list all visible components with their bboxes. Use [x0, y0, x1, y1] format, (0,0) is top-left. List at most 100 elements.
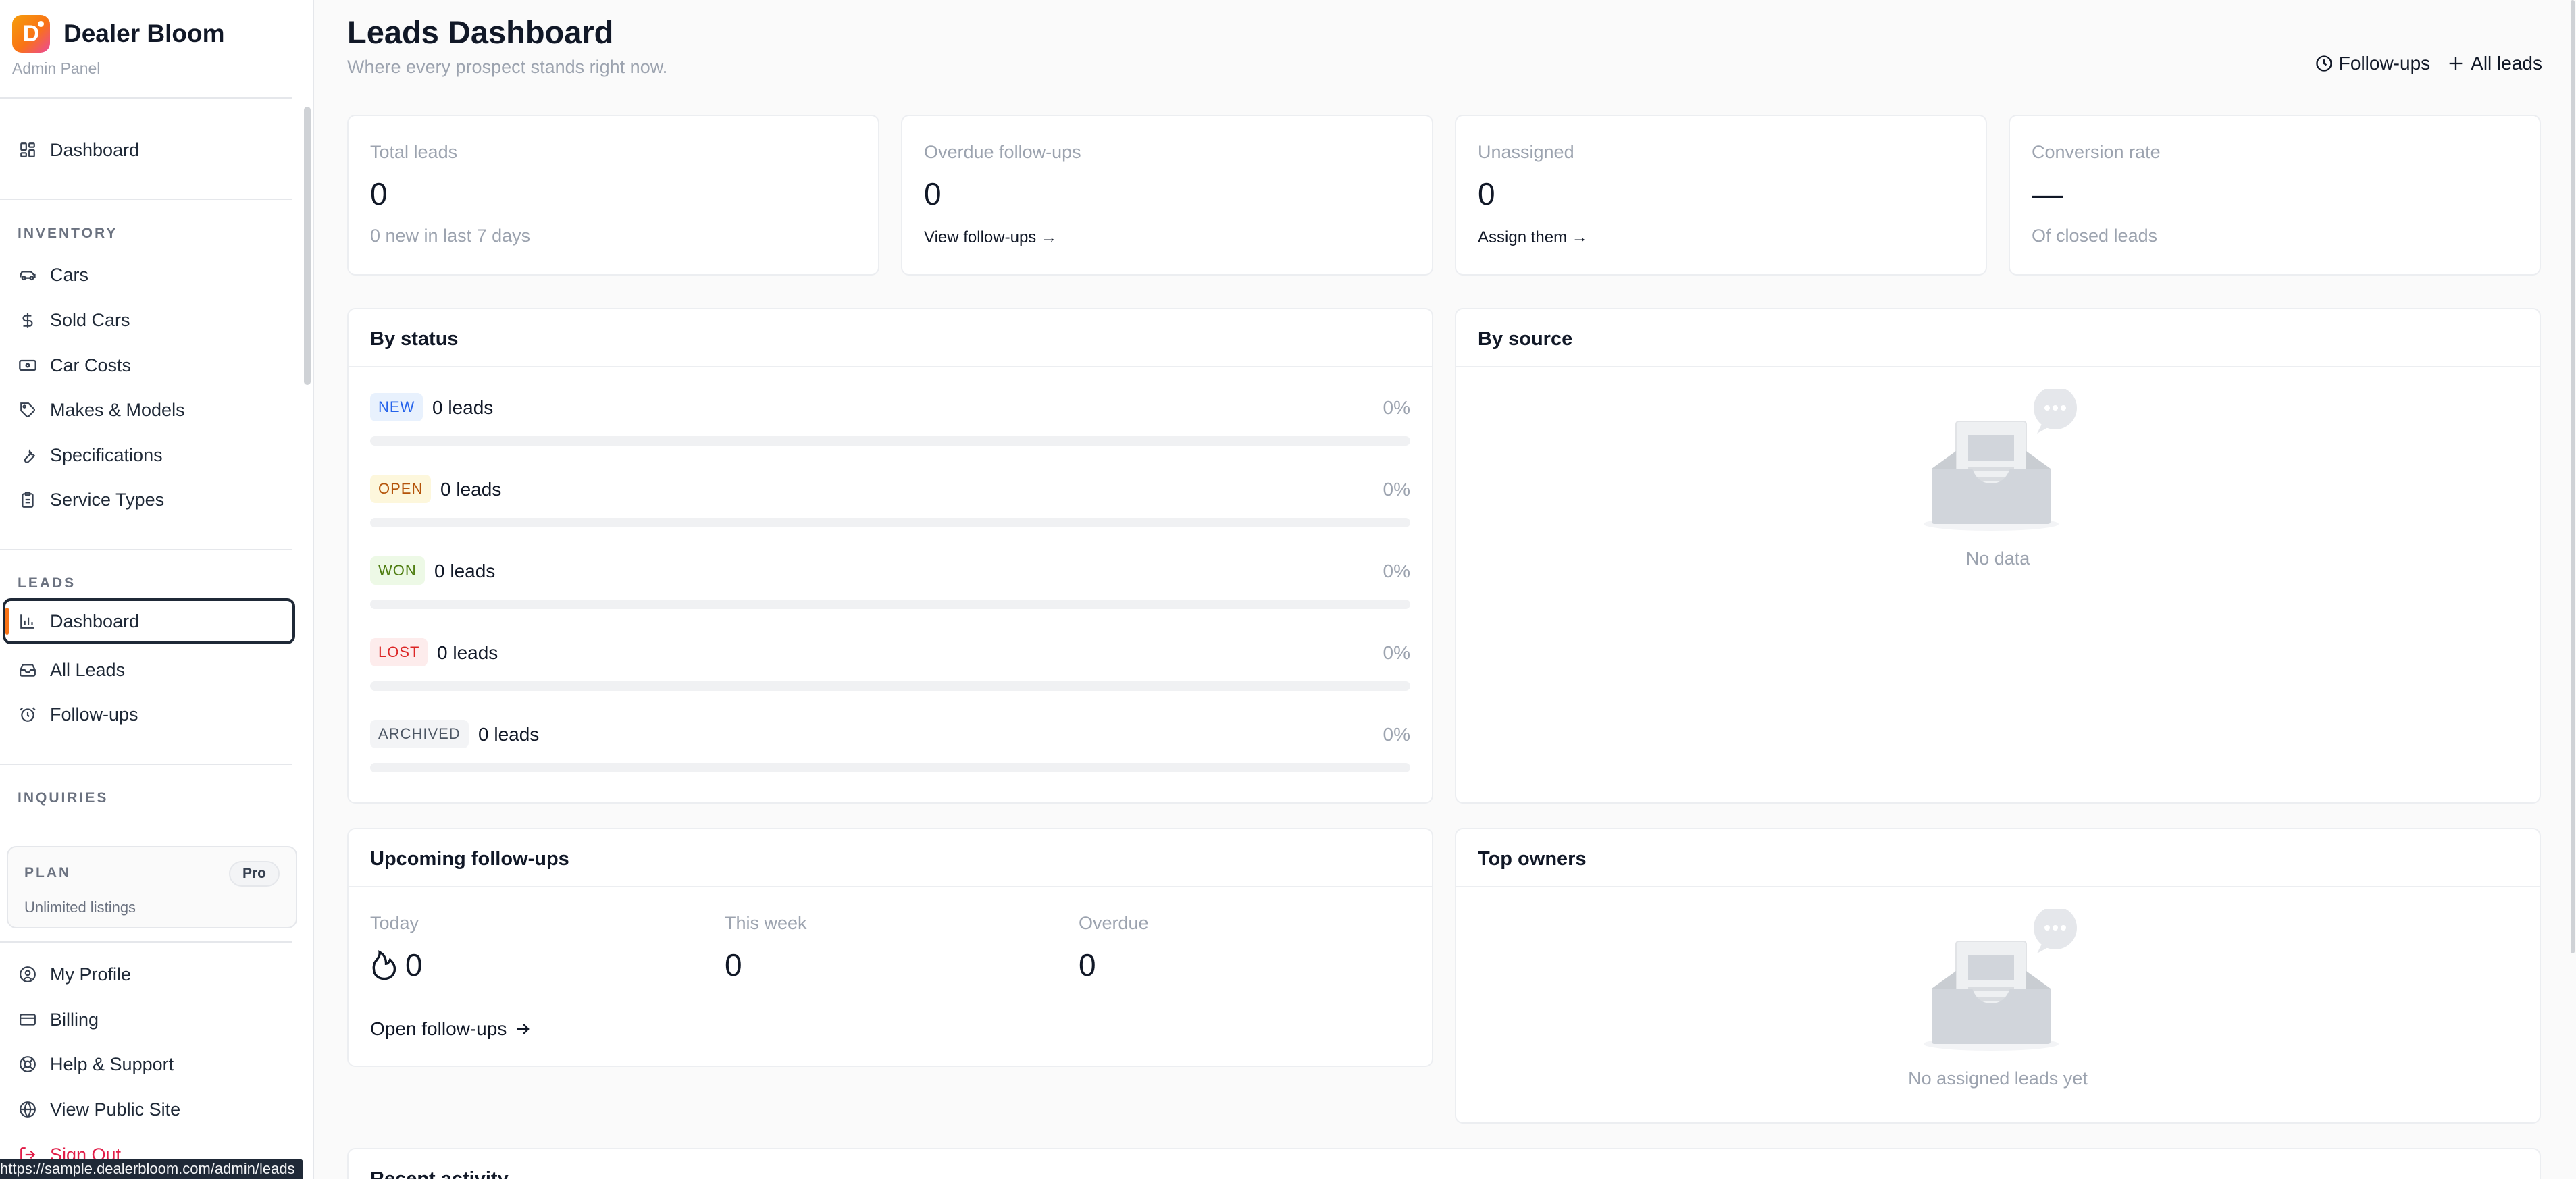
assign-them-link[interactable]: Assign them →	[1478, 228, 1588, 247]
stat-label: This week	[725, 913, 807, 933]
card-title: Recent activity	[370, 1168, 509, 1179]
sidebar-item-cars[interactable]: Cars	[3, 252, 295, 298]
divider	[0, 764, 292, 765]
sidebar-item-all-leads[interactable]: All Leads	[3, 647, 295, 693]
section-label-inventory: INVENTORY	[18, 226, 118, 241]
sidebar-item-dashboard[interactable]: Dashboard	[3, 127, 295, 173]
sidebar-item-help-support[interactable]: Help & Support	[3, 1041, 295, 1087]
status-badge: NEW	[370, 393, 423, 421]
sidebar-item-label: Makes & Models	[50, 399, 185, 420]
cash-icon	[18, 355, 38, 375]
status-progress-bar	[370, 681, 1410, 691]
stat-value: 0	[725, 947, 742, 983]
credit-card-icon	[18, 1010, 38, 1030]
stat-value: 0	[370, 947, 423, 983]
sidebar-item-label: Help & Support	[50, 1053, 174, 1074]
all-leads-link-label: All leads	[2471, 53, 2542, 74]
sidebar-item-label: Specifications	[50, 444, 163, 465]
plus-icon	[2446, 54, 2465, 73]
status-progress-bar	[370, 763, 1410, 772]
upcoming-follow-ups-card: Upcoming follow-ups Today 0 This week 0 …	[347, 828, 1433, 1067]
kpi-label: Unassigned	[1478, 142, 1574, 162]
kpi-value: 0	[1478, 176, 1495, 211]
empty-state-text: No assigned leads yet	[1908, 1068, 2088, 1089]
sidebar-item-label: Cars	[50, 264, 89, 285]
header-actions: Follow-ups All leads	[2315, 53, 2542, 74]
brand[interactable]: D Dealer Bloom	[12, 15, 225, 53]
status-count: 0 leads	[478, 724, 540, 745]
status-progress-bar	[370, 436, 1410, 446]
globe-icon	[18, 1099, 38, 1120]
sidebar-item-specifications[interactable]: Specifications	[3, 432, 295, 478]
dollar-icon	[18, 310, 38, 330]
stat-value: 0	[1079, 947, 1096, 983]
plan-description: Unlimited listings	[24, 899, 136, 916]
sidebar-item-my-profile[interactable]: My Profile	[3, 951, 295, 997]
sidebar-item-label: Service Types	[50, 489, 165, 510]
divider	[0, 549, 292, 550]
status-row-archived: ARCHIVED 0 leads 0%	[370, 720, 1410, 777]
sidebar-item-view-public-site[interactable]: View Public Site	[3, 1086, 295, 1132]
flame-icon	[370, 949, 398, 981]
app-subtitle: Admin Panel	[12, 59, 101, 77]
follow-up-stats: Today 0 This week 0 Overdue 0	[370, 913, 1410, 994]
app-name: Dealer Bloom	[63, 20, 225, 47]
sidebar-item-sold-cars[interactable]: Sold Cars	[3, 297, 295, 343]
sidebar-item-leads-dashboard[interactable]: Dashboard	[3, 598, 295, 644]
section-label-leads: LEADS	[18, 575, 76, 591]
brand-logo-letter: D	[22, 20, 40, 47]
open-follow-ups-link[interactable]: Open follow-ups	[370, 1018, 532, 1040]
divider	[0, 941, 292, 943]
view-follow-ups-link[interactable]: View follow-ups →	[924, 228, 1057, 247]
section-label-inquiries: INQUIRIES	[18, 790, 109, 806]
kpi-card-unassigned: Unassigned 0 Assign them →	[1455, 115, 1987, 276]
sidebar-item-car-costs[interactable]: Car Costs	[3, 342, 295, 388]
status-percent: 0%	[1383, 397, 1410, 418]
follow-ups-link[interactable]: Follow-ups	[2315, 53, 2430, 74]
kpi-card-overdue-follow-ups: Overdue follow-ups 0 View follow-ups →	[901, 115, 1433, 276]
clock-icon	[2315, 54, 2334, 73]
kpi-card-conversion-rate: Conversion rate — Of closed leads	[2009, 115, 2541, 276]
page-title: Leads Dashboard	[347, 14, 614, 50]
plan-card: PLAN Pro Unlimited listings	[7, 846, 297, 928]
kpi-footer: 0 new in last 7 days	[370, 226, 531, 246]
sidebar-item-label: My Profile	[50, 964, 132, 985]
sidebar-item-follow-ups[interactable]: Follow-ups	[3, 691, 295, 737]
status-badge: ARCHIVED	[370, 720, 469, 748]
status-row-new: NEW 0 leads 0%	[370, 393, 1410, 450]
plan-label: PLAN	[24, 865, 72, 881]
empty-inbox-icon	[1924, 389, 2077, 531]
all-leads-link[interactable]: All leads	[2446, 53, 2542, 74]
status-count: 0 leads	[434, 560, 496, 581]
status-percent: 0%	[1383, 642, 1410, 663]
logo-sparkle-icon	[38, 21, 44, 27]
page-scrollbar[interactable]	[2571, 0, 2575, 953]
card-title: Top owners	[1478, 848, 1587, 870]
status-count: 0 leads	[440, 479, 502, 500]
status-badge: OPEN	[370, 475, 432, 503]
card-header: Top owners	[1456, 829, 2540, 887]
by-status-card: By status NEW 0 leads 0% OPEN 0 leads 0% WON 0 …	[347, 308, 1433, 804]
sidebar-item-service-types[interactable]: Service Types	[3, 477, 295, 523]
sidebar-item-label: Dashboard	[50, 610, 140, 631]
stat-label: Overdue	[1079, 913, 1149, 933]
sidebar-item-makes-models[interactable]: Makes & Models	[3, 387, 295, 433]
sidebar-item-billing[interactable]: Billing	[3, 997, 295, 1043]
car-icon	[18, 265, 38, 285]
sidebar-item-label: Billing	[50, 1009, 99, 1030]
empty-state: No assigned leads yet	[1456, 909, 2540, 1089]
card-title: By source	[1478, 328, 1573, 350]
status-percent: 0%	[1383, 479, 1410, 500]
card-title: Upcoming follow-ups	[370, 848, 569, 870]
card-header: Recent activity	[349, 1149, 2540, 1179]
status-row-lost: LOST 0 leads 0%	[370, 638, 1410, 695]
wrench-icon	[18, 445, 38, 465]
grid-icon	[18, 140, 38, 160]
inbox-icon	[18, 660, 38, 680]
recent-activity-card: Recent activity	[347, 1148, 2541, 1179]
sidebar-item-label: View Public Site	[50, 1099, 181, 1120]
life-buoy-icon	[18, 1054, 38, 1074]
divider	[0, 97, 292, 99]
sidebar-scrollbar[interactable]	[304, 107, 311, 385]
status-progress-bar	[370, 518, 1410, 527]
